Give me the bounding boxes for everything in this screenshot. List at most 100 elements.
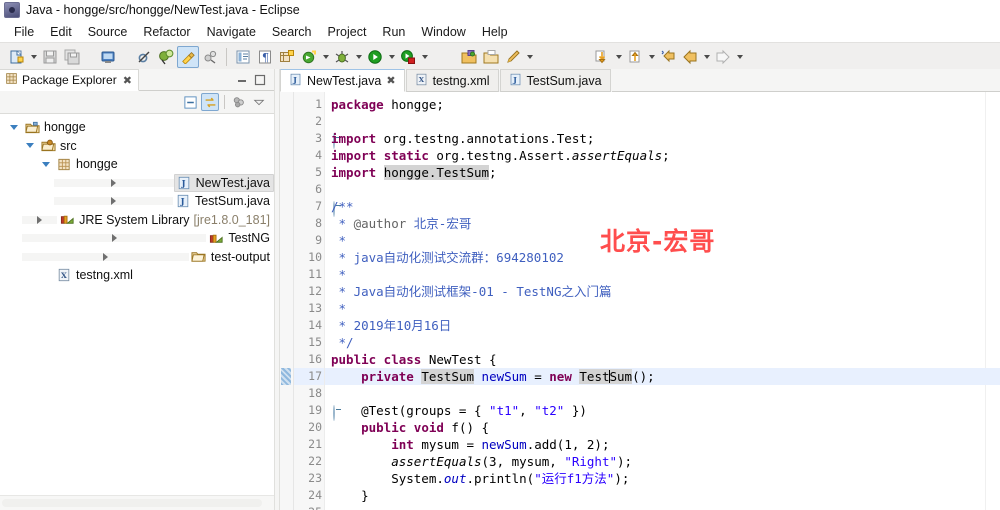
menu-item-window[interactable]: Window (413, 23, 473, 41)
chevron-right-icon[interactable] (22, 252, 189, 261)
menu-item-source[interactable]: Source (80, 23, 136, 41)
code-line-7[interactable]: /** (325, 198, 985, 215)
code-line-15[interactable]: */ (325, 334, 985, 351)
code-line-21[interactable]: int mysum = newSum.add(1, 2); (325, 436, 985, 453)
code-line-4[interactable]: import static org.testng.Assert.assertEq… (325, 147, 985, 164)
editor-vertical-scrollbar[interactable] (985, 92, 1000, 510)
previous-annotation-icon[interactable] (624, 46, 646, 68)
maximize-view-icon[interactable] (254, 74, 266, 86)
debug-icon[interactable] (331, 46, 353, 68)
tree-item-hongge-package[interactable]: hongge (0, 155, 274, 174)
menu-item-navigate[interactable]: Navigate (199, 23, 264, 41)
menu-item-run[interactable]: Run (374, 23, 413, 41)
chevron-right-icon[interactable] (22, 215, 58, 224)
tree-item-testsum-java[interactable]: J TestSum.java (0, 192, 274, 211)
next-annotation-icon[interactable] (591, 46, 613, 68)
external-tools-icon[interactable] (199, 46, 221, 68)
code-line-25[interactable] (325, 504, 985, 510)
code-line-17[interactable]: private TestSum newSum = new TestSum(); (325, 368, 985, 385)
toggle-mark-occurrences-icon[interactable]: ¶ (254, 46, 276, 68)
menu-item-project[interactable]: Project (320, 23, 375, 41)
code-line-14[interactable]: * 2019年10月16日 (325, 317, 985, 334)
code-line-18[interactable] (325, 385, 985, 402)
run-as-dropdown-arrow[interactable] (419, 46, 430, 68)
editor-body[interactable]: 1 2 3 4 5 6 7 8 9 10 11 12 13 14 15 16 1 (280, 92, 1000, 510)
chevron-right-icon[interactable] (22, 234, 207, 243)
chevron-down-icon[interactable] (6, 125, 22, 130)
tree-item-hongge-project[interactable]: hongge (0, 118, 274, 137)
close-icon[interactable]: ✖ (123, 74, 132, 87)
menu-item-file[interactable]: File (6, 23, 42, 41)
editor-marker-bar[interactable] (280, 92, 294, 510)
code-line-11[interactable]: * (325, 266, 985, 283)
save-all-icon[interactable] (61, 46, 83, 68)
forward-icon[interactable] (712, 46, 734, 68)
chevron-down-icon[interactable] (22, 143, 38, 148)
code-line-24[interactable]: } (325, 487, 985, 504)
tab-testsum-java[interactable]: J TestSum.java (499, 69, 611, 92)
view-menu-filters-button[interactable] (230, 93, 248, 111)
code-line-5[interactable]: import hongge.TestSum; (325, 164, 985, 181)
code-line-1[interactable]: package hongge; (325, 96, 985, 113)
open-folder-icon[interactable] (480, 46, 502, 68)
project-tree[interactable]: hongge src hongge J NewTest.java J TestS… (0, 114, 274, 495)
skip-breakpoints-icon[interactable] (133, 46, 155, 68)
tab-newtest-java[interactable]: J NewTest.java ✖ (280, 69, 405, 92)
explorer-horizontal-scrollbar[interactable] (0, 495, 274, 510)
tree-item-jre-system-library[interactable]: JRE System Library [jre1.8.0_181] (0, 211, 274, 230)
search-pencil-icon[interactable] (502, 46, 524, 68)
code-line-19[interactable]: @Test(groups = { "t1", "t2" }) (325, 402, 985, 419)
forward-dropdown-arrow[interactable] (734, 46, 745, 68)
code-line-13[interactable]: * (325, 300, 985, 317)
collapse-all-button[interactable] (181, 93, 199, 111)
next-annotation-arrow[interactable] (613, 46, 624, 68)
tree-item-src[interactable]: src (0, 137, 274, 156)
run-dropdown-arrow[interactable] (386, 46, 397, 68)
minimize-view-icon[interactable] (236, 74, 248, 86)
print-icon[interactable] (97, 46, 119, 68)
search-dropdown-arrow[interactable] (524, 46, 535, 68)
code-line-12[interactable]: * Java自动化测试框架-01 - TestNG之入门篇 (325, 283, 985, 300)
last-edit-location-icon[interactable] (657, 46, 679, 68)
link-with-editor-button[interactable] (201, 93, 219, 111)
code-line-2[interactable] (325, 113, 985, 130)
run-as-server-icon[interactable] (397, 46, 419, 68)
code-line-20[interactable]: public void f() { (325, 419, 985, 436)
tab-testng-xml[interactable]: X testng.xml (405, 69, 499, 92)
build-project-icon[interactable] (177, 45, 199, 68)
tree-item-testng-library[interactable]: TestNG (0, 229, 274, 248)
close-icon[interactable]: ✖ (386, 74, 395, 87)
open-type-icon[interactable] (232, 46, 254, 68)
code-line-22[interactable]: assertEquals(3, mysum, "Right"); (325, 453, 985, 470)
previous-annotation-arrow[interactable] (646, 46, 657, 68)
tree-item-newtest-java[interactable]: J NewTest.java (0, 173, 274, 193)
new-wizard-icon[interactable] (6, 46, 28, 68)
tree-item-testng-xml[interactable]: X testng.xml (0, 266, 274, 285)
coverage-icon[interactable] (298, 46, 320, 68)
code-line-6[interactable] (325, 181, 985, 198)
menu-item-help[interactable]: Help (474, 23, 516, 41)
back-icon[interactable] (679, 46, 701, 68)
toggle-breakpoint-icon[interactable] (155, 46, 177, 68)
coverage-dropdown-arrow[interactable] (320, 46, 331, 68)
tab-package-explorer[interactable]: Package Explorer ✖ (0, 69, 139, 91)
menu-item-edit[interactable]: Edit (42, 23, 80, 41)
view-menu-button[interactable] (250, 93, 268, 111)
chevron-right-icon[interactable] (54, 197, 173, 206)
code-line-3[interactable]: import org.testng.annotations.Test; (325, 130, 985, 147)
new-java-project-icon[interactable] (458, 46, 480, 68)
menu-item-refactor[interactable]: Refactor (135, 23, 198, 41)
new-java-package-icon[interactable] (276, 46, 298, 68)
source-code-area[interactable]: 北京-宏哥 package hongge; import org.testng.… (324, 92, 985, 510)
debug-dropdown-arrow[interactable] (353, 46, 364, 68)
menu-item-search[interactable]: Search (264, 23, 320, 41)
chevron-down-icon[interactable] (38, 162, 54, 167)
code-line-23[interactable]: System.out.println("运行f1方法"); (325, 470, 985, 487)
code-line-16[interactable]: public class NewTest { (325, 351, 985, 368)
save-icon[interactable] (39, 46, 61, 68)
tree-item-test-output[interactable]: test-output (0, 248, 274, 267)
new-dropdown-arrow[interactable] (28, 46, 39, 68)
back-dropdown-arrow[interactable] (701, 46, 712, 68)
chevron-right-icon[interactable] (54, 178, 174, 187)
run-icon[interactable] (364, 46, 386, 68)
